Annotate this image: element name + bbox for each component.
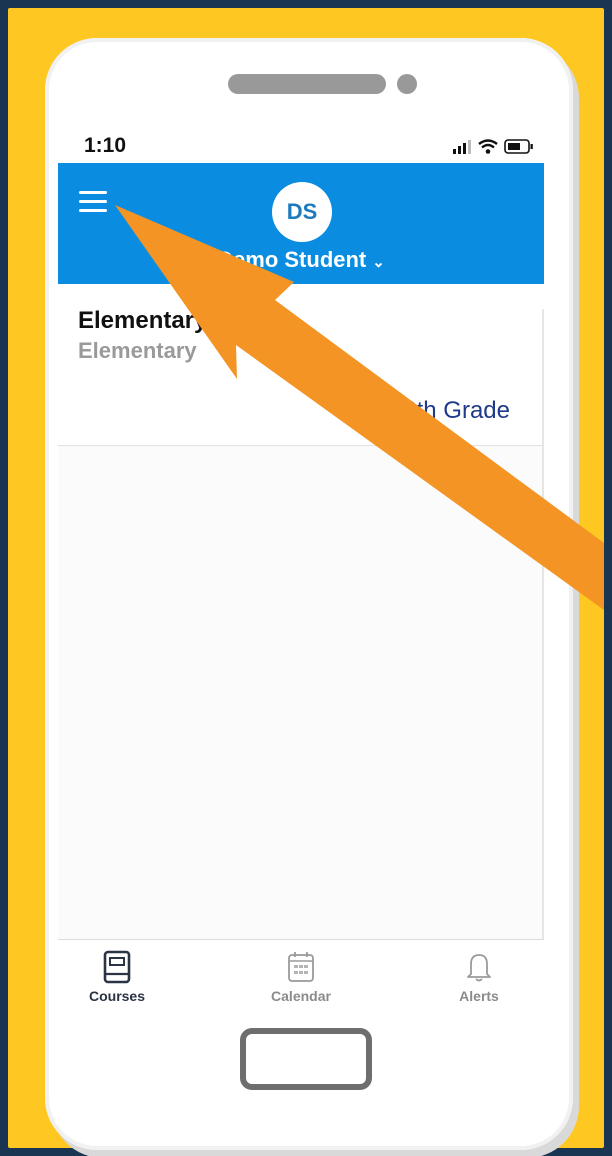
tab-alerts-label: Alerts (459, 988, 499, 1004)
bottom-tab-bar: Courses Calendar Alerts (58, 939, 544, 1024)
bell-icon (467, 954, 491, 982)
course-card[interactable]: Elementary Grade Elementary 6th Grade (58, 284, 544, 446)
account-name: Demo Student (217, 247, 367, 272)
course-title: Elementary Grade (78, 307, 284, 334)
chevron-down-icon: ⌄ (372, 254, 385, 271)
course-grade: 6th Grade (403, 397, 510, 424)
app-screen: 1:10 DS Demo Student ⌄ Elementary Grade … (58, 117, 544, 1024)
phone-camera (397, 74, 417, 94)
scrollbar (542, 309, 544, 949)
tab-calendar-label: Calendar (271, 988, 331, 1004)
avatar[interactable]: DS (272, 182, 332, 242)
hamburger-menu-icon[interactable] (79, 191, 109, 215)
status-time: 1:10 (84, 134, 127, 157)
tab-alerts[interactable]: Alerts (429, 950, 529, 1004)
tab-calendar[interactable]: Calendar (251, 950, 351, 1004)
status-bar: 1:10 (58, 117, 544, 163)
tab-courses-label: Courses (88, 988, 146, 1004)
battery-icon (504, 139, 533, 154)
account-switcher[interactable]: Demo Student ⌄ (58, 247, 544, 273)
wifi-icon (478, 139, 498, 154)
course-subtitle: Elementary (78, 338, 197, 363)
phone-mockup: 1:10 DS Demo Student ⌄ Elementary Grade … (45, 38, 573, 1150)
signal-icon (453, 139, 471, 154)
book-icon (103, 950, 131, 984)
status-icons (452, 139, 534, 154)
calendar-icon (288, 952, 314, 982)
phone-home-button (240, 1028, 372, 1090)
phone-speaker (228, 74, 386, 94)
app-header: DS Demo Student ⌄ (58, 163, 544, 284)
tab-courses[interactable]: Courses (67, 950, 167, 1004)
